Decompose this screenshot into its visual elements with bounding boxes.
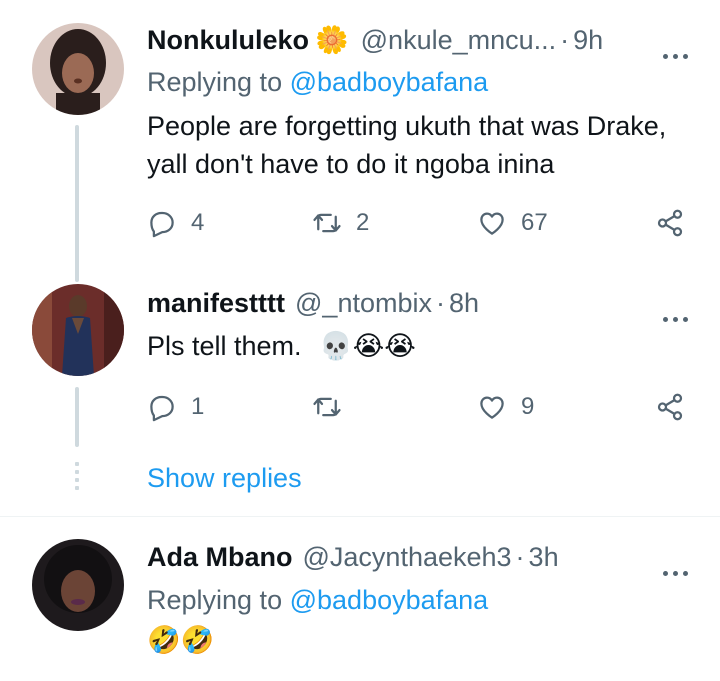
share-button[interactable] — [655, 205, 685, 241]
tweet-text-line: Pls tell them. — [147, 331, 302, 361]
separator-dot: · — [515, 542, 525, 572]
replying-to: Replying to @badboybafana — [147, 65, 488, 99]
separator-dot: · — [560, 25, 570, 55]
user-handle[interactable]: @nkule_mncu... — [361, 22, 557, 58]
like-button[interactable]: 9 — [477, 389, 534, 425]
thread-line — [75, 125, 79, 265]
share-button[interactable] — [655, 389, 685, 425]
retweet-icon — [313, 397, 341, 417]
replying-label: Replying to — [147, 67, 283, 97]
tweet-header: Ada Mbano @Jacynthaekeh3 · 3h — [147, 539, 694, 576]
heart-icon — [480, 212, 504, 235]
reply-count: 1 — [191, 393, 205, 420]
tweet-actions: 1 9 — [147, 389, 697, 425]
replying-label: Replying to — [147, 585, 283, 615]
tweet-3[interactable]: Ada Mbano @Jacynthaekeh3 · 3h Replying t… — [0, 517, 720, 681]
replying-to: Replying to @badboybafana — [147, 583, 488, 617]
reply-icon — [150, 211, 174, 238]
separator-dot: · — [435, 288, 445, 318]
tweet-text-line: yall don't have to do it ngoba inina — [147, 149, 555, 179]
tweet-text-line: People are forgetting ukuth that was Dra… — [147, 111, 667, 141]
share-icon — [657, 209, 683, 237]
more-icon[interactable] — [660, 32, 694, 59]
thread-line — [75, 387, 79, 447]
retweet-button[interactable]: 2 — [312, 205, 369, 241]
reply-button[interactable]: 4 — [147, 205, 204, 241]
replying-mention[interactable]: @badboybafana — [290, 585, 489, 615]
show-replies-link[interactable]: Show replies — [147, 463, 302, 494]
thread-dots — [75, 462, 79, 494]
tweet-emojis: 🤣🤣 — [147, 625, 215, 655]
tweet-actions: 4 2 67 — [147, 205, 697, 241]
user-handle[interactable]: @Jacynthaekeh3 — [303, 539, 512, 575]
display-name[interactable]: Ada Mbano — [147, 539, 293, 575]
like-count: 67 — [521, 209, 548, 236]
tweet-text: Pls tell them. 💀😭😭 — [147, 327, 700, 365]
like-button[interactable]: 67 — [477, 205, 548, 241]
timestamp[interactable]: 8h — [449, 285, 479, 321]
retweet-count: 2 — [356, 209, 370, 236]
more-icon[interactable] — [660, 549, 694, 576]
replying-mention[interactable]: @badboybafana — [290, 67, 489, 97]
heart-icon — [480, 396, 504, 419]
timestamp[interactable]: 3h — [529, 539, 559, 575]
thread-line — [75, 260, 79, 282]
reply-icon — [150, 395, 174, 422]
avatar[interactable] — [32, 284, 124, 376]
user-handle[interactable]: @_ntombix — [295, 285, 432, 321]
tweet-2[interactable]: manifestttt @_ntombix · 8h Pls tell them… — [0, 260, 720, 517]
retweet-button[interactable] — [312, 389, 356, 425]
retweet-icon — [313, 213, 341, 233]
timestamp[interactable]: 9h — [573, 22, 603, 58]
avatar[interactable] — [32, 23, 124, 115]
tweet-1[interactable]: Nonkululeko 🌼 @nkule_mncu... · 9h Replyi… — [0, 0, 720, 265]
tweet-header: Nonkululeko 🌼 @nkule_mncu... · 9h — [147, 22, 694, 59]
more-icon[interactable] — [660, 295, 694, 322]
display-name[interactable]: manifestttt — [147, 285, 285, 321]
reply-count: 4 — [191, 209, 205, 236]
name-emoji: 🌼 — [315, 25, 349, 55]
tweet-text: 🤣🤣 — [147, 621, 700, 659]
share-icon — [657, 393, 683, 421]
tweet-header: manifestttt @_ntombix · 8h — [147, 285, 694, 322]
tweet-text: People are forgetting ukuth that was Dra… — [147, 107, 700, 183]
tweet-emojis: 💀😭😭 — [319, 331, 416, 361]
avatar[interactable] — [32, 539, 124, 631]
display-name[interactable]: Nonkululeko — [147, 22, 309, 58]
like-count: 9 — [521, 393, 535, 420]
reply-button[interactable]: 1 — [147, 389, 204, 425]
